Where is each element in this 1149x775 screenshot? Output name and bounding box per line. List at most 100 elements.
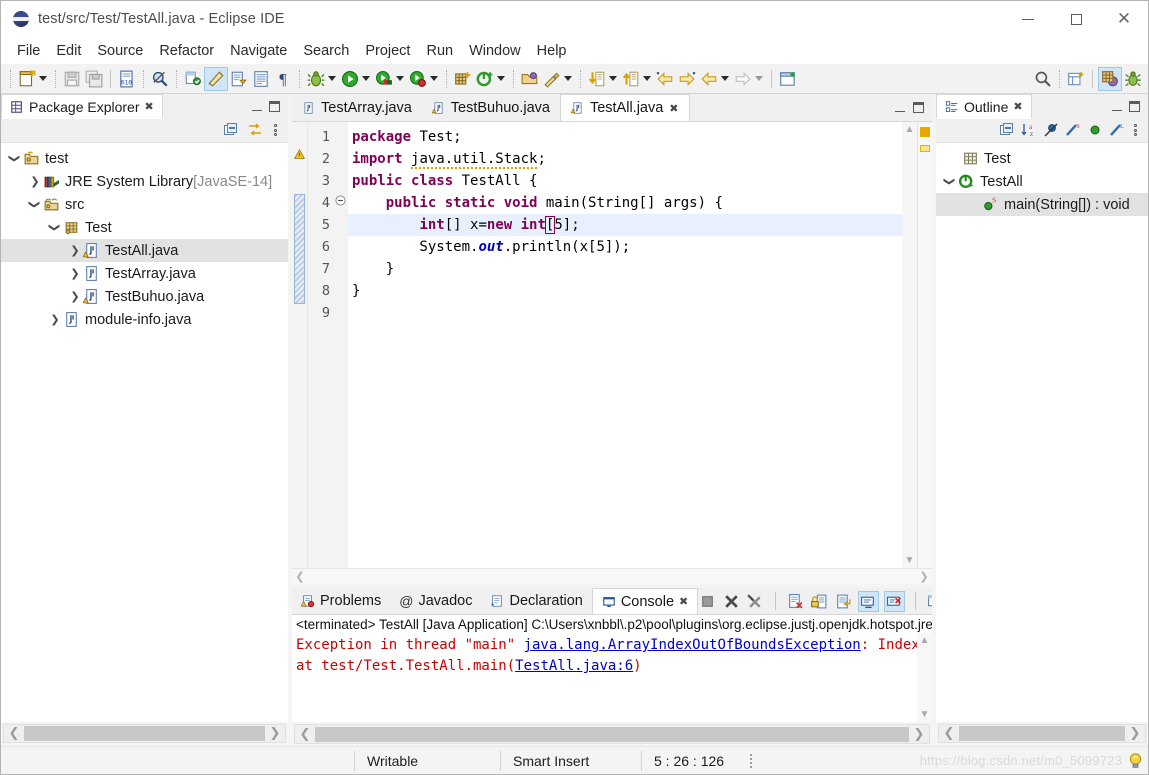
- outline-item-package-test[interactable]: Test: [936, 147, 1148, 170]
- outline-item-method-main[interactable]: S main(String[]) : void: [936, 193, 1148, 216]
- hide-static-icon[interactable]: S: [1065, 122, 1081, 138]
- link-with-editor-icon[interactable]: [247, 122, 263, 138]
- tree-item-testbuhuo-java[interactable]: ❯ TestBuhuo.java: [1, 285, 288, 308]
- sort-icon[interactable]: az: [1021, 122, 1037, 138]
- scroll-right-icon[interactable]: ❯: [1125, 726, 1145, 741]
- overview-warning-marker[interactable]: [920, 127, 930, 137]
- tree-item-test-project[interactable]: ❯ test: [1, 147, 288, 170]
- close-button[interactable]: ✕: [1100, 1, 1148, 37]
- java-perspective-button[interactable]: [1098, 66, 1122, 91]
- view-menu-icon[interactable]: [271, 124, 280, 136]
- toggle-breadcrumb-button[interactable]: [204, 66, 228, 91]
- forward-button[interactable]: [676, 67, 698, 91]
- open-task-button[interactable]: [228, 67, 250, 91]
- menu-navigate[interactable]: Navigate: [222, 40, 295, 62]
- tree-item-testarray-java[interactable]: ❯ TestArray.java: [1, 262, 288, 285]
- scroll-up-icon[interactable]: ▲: [917, 633, 932, 648]
- lightbulb-icon[interactable]: [1127, 752, 1144, 770]
- save-button[interactable]: [61, 67, 83, 91]
- scroll-left-icon[interactable]: ❮: [292, 570, 308, 583]
- folding-ruler[interactable]: [334, 122, 348, 568]
- new-wizard-dropdown-arrow[interactable]: [39, 76, 47, 81]
- editor-hscrollbar[interactable]: ❮ ❯: [292, 568, 932, 584]
- external-tools-dropdown-arrow[interactable]: [564, 76, 572, 81]
- remove-all-terminated-button[interactable]: [746, 592, 765, 611]
- tab-outline[interactable]: Outline ✖: [936, 94, 1032, 119]
- menu-edit[interactable]: Edit: [48, 40, 89, 62]
- search-icon[interactable]: [1032, 67, 1054, 91]
- view-menu-icon[interactable]: [1131, 124, 1140, 136]
- code-editor[interactable]: 1 2 3 4 5 6 7 8 9 package Test; import j…: [292, 121, 932, 568]
- scroll-down-icon[interactable]: ▼: [902, 553, 917, 568]
- stacktrace-link[interactable]: TestAll.java:6: [515, 658, 633, 674]
- hide-local-types-icon[interactable]: L: [1109, 122, 1125, 138]
- scroll-right-icon[interactable]: ❯: [916, 570, 932, 583]
- scroll-thumb[interactable]: [315, 726, 909, 742]
- new-java-class-button[interactable]: 010: [116, 67, 138, 91]
- outline-hscrollbar[interactable]: ❮ ❯: [936, 722, 1148, 746]
- scroll-track[interactable]: [917, 648, 932, 707]
- annotation-ruler[interactable]: [292, 122, 308, 568]
- menu-search[interactable]: Search: [295, 40, 357, 62]
- hide-nonpublic-icon[interactable]: [1087, 122, 1103, 138]
- word-wrap-button[interactable]: [834, 592, 853, 611]
- new-annotation-dropdown-arrow[interactable]: [497, 76, 505, 81]
- tab-javadoc[interactable]: @ Javadoc: [390, 588, 481, 614]
- overview-change-marker[interactable]: [920, 145, 930, 152]
- twisty-right-icon[interactable]: ❯: [67, 267, 83, 280]
- tree-item-jre-system-library[interactable]: ❯ JRE System Library [JavaSE-14]: [1, 170, 288, 193]
- collapse-all-icon[interactable]: [223, 122, 239, 138]
- scroll-track[interactable]: [902, 137, 917, 553]
- new-perspective-button[interactable]: [1065, 67, 1087, 91]
- close-icon[interactable]: ✖: [669, 102, 678, 115]
- twisty-right-icon[interactable]: ❯: [67, 290, 83, 303]
- menu-window[interactable]: Window: [461, 40, 529, 62]
- overview-ruler[interactable]: [917, 122, 932, 568]
- twisty-right-icon[interactable]: ❯: [27, 175, 43, 188]
- tree-item-module-info-java[interactable]: ❯ module-info.java: [1, 308, 288, 331]
- package-explorer-hscrollbar[interactable]: ❮ ❯: [1, 722, 288, 746]
- menu-refactor[interactable]: Refactor: [151, 40, 222, 62]
- tree-item-testall-java[interactable]: ❯ TestAll.java: [1, 239, 288, 262]
- new-java-project-button[interactable]: [452, 67, 474, 91]
- coverage-button[interactable]: [373, 67, 395, 91]
- menu-help[interactable]: Help: [529, 40, 575, 62]
- maximize-view-icon[interactable]: [269, 100, 280, 112]
- profile-button[interactable]: [407, 67, 429, 91]
- scroll-thumb[interactable]: [959, 726, 1125, 741]
- save-all-button[interactable]: [83, 67, 105, 91]
- show-console-on-output-button[interactable]: [858, 590, 880, 612]
- scroll-right-icon[interactable]: ❯: [265, 726, 285, 741]
- exception-link[interactable]: java.lang.ArrayIndexOutOfBoundsException: [524, 637, 861, 653]
- scroll-lock-button[interactable]: [810, 592, 829, 611]
- tab-package-explorer[interactable]: Package Explorer ✖: [1, 94, 163, 119]
- previous-edit-button[interactable]: [698, 67, 720, 91]
- debug-dropdown-arrow[interactable]: [328, 76, 336, 81]
- code-text[interactable]: package Test; import java.util.Stack; pu…: [348, 122, 902, 568]
- fold-collapse-icon[interactable]: [335, 194, 346, 209]
- open-editor-button[interactable]: [777, 67, 799, 91]
- menu-run[interactable]: Run: [418, 40, 461, 62]
- hide-fields-icon[interactable]: [1043, 122, 1059, 138]
- debug-perspective-button[interactable]: [1122, 67, 1144, 91]
- scroll-up-icon[interactable]: ▲: [902, 122, 917, 137]
- debug-button[interactable]: [305, 67, 327, 91]
- show-source-button[interactable]: [250, 67, 272, 91]
- twisty-down-icon[interactable]: ❯: [47, 221, 63, 234]
- show-whitespace-button[interactable]: ¶: [272, 67, 294, 91]
- tree-item-src[interactable]: ❯ src: [1, 193, 288, 216]
- next-annotation-dropdown-arrow[interactable]: [609, 76, 617, 81]
- next-annotation-button[interactable]: [586, 67, 608, 91]
- editor-tab-testall[interactable]: TestAll.java ✖: [559, 94, 690, 121]
- close-icon[interactable]: ✖: [1013, 100, 1022, 113]
- coverage-dropdown-arrow[interactable]: [396, 76, 404, 81]
- next-edit-button[interactable]: [732, 67, 754, 91]
- tree-item-package-test[interactable]: ❯ Test: [1, 216, 288, 239]
- new-annotation-button[interactable]: [474, 67, 496, 91]
- terminate-button[interactable]: [698, 592, 717, 611]
- console-vscrollbar[interactable]: ▲ ▼: [917, 633, 932, 722]
- scroll-left-icon[interactable]: ❮: [939, 726, 959, 741]
- external-tools-button[interactable]: [541, 67, 563, 91]
- scroll-left-icon[interactable]: ❮: [295, 727, 315, 742]
- minimize-view-icon[interactable]: [1112, 109, 1122, 111]
